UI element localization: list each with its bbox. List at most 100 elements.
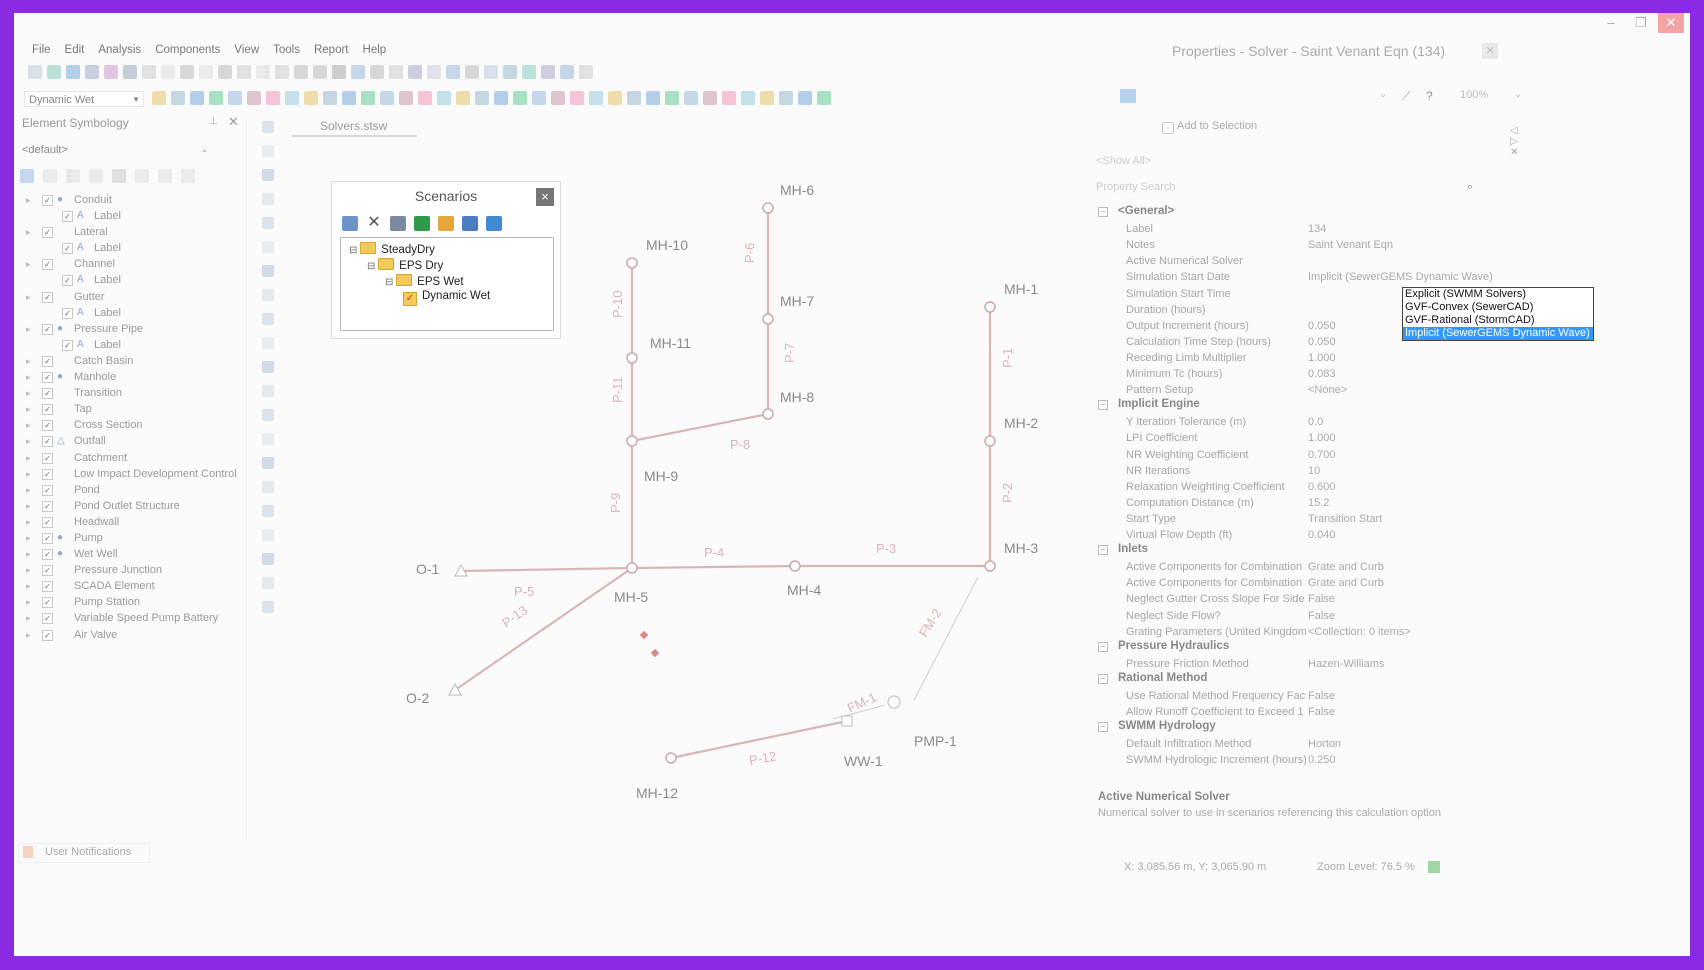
property-section[interactable]: − Pressure Hydraulics xyxy=(1098,640,1229,652)
collapse-icon[interactable]: − xyxy=(1098,722,1108,733)
property-section[interactable]: − Implicit Engine xyxy=(1098,398,1200,411)
property-value[interactable]: 0.050 xyxy=(1308,318,1336,334)
scenario-item[interactable]: ⊟ SteadyDry xyxy=(349,242,435,256)
report-icon[interactable] xyxy=(462,216,478,231)
property-row[interactable]: Neglect Gutter Cross Slope For Side False xyxy=(1092,591,1502,607)
property-value[interactable]: False xyxy=(1308,688,1335,704)
chevron-down-icon[interactable]: ⌄ xyxy=(1514,89,1522,100)
property-value[interactable]: 0.0 xyxy=(1308,414,1323,430)
property-value[interactable]: 134 xyxy=(1308,221,1326,237)
collapse-icon[interactable]: ⊟ xyxy=(349,245,360,256)
property-value[interactable]: False xyxy=(1308,608,1335,624)
close-window-button[interactable]: ✕ xyxy=(1658,13,1684,33)
property-value[interactable]: 0.083 xyxy=(1308,366,1336,382)
property-section[interactable]: − Rational Method xyxy=(1098,672,1207,684)
property-value[interactable]: 0.700 xyxy=(1308,447,1336,463)
search-icon[interactable]: ⌕ xyxy=(1467,181,1473,194)
pipe-p-13[interactable] xyxy=(454,567,633,691)
manhole-node[interactable] xyxy=(984,301,996,313)
manhole-node[interactable] xyxy=(984,560,996,572)
property-value[interactable]: False xyxy=(1308,591,1335,607)
collapse-icon[interactable]: − xyxy=(1098,545,1108,556)
property-value[interactable]: 0.040 xyxy=(1308,527,1336,543)
manhole-node[interactable] xyxy=(789,560,801,572)
property-row[interactable]: Active Components for Combination Grate a… xyxy=(1092,559,1502,575)
property-value[interactable]: 0.600 xyxy=(1308,479,1336,495)
property-value[interactable]: 15.2 xyxy=(1308,495,1329,511)
property-row[interactable]: Active Numerical Solver xyxy=(1092,253,1502,269)
zoom-fit-icon[interactable] xyxy=(1428,861,1440,873)
zoom-value[interactable]: 100% xyxy=(1460,89,1488,101)
collapse-icon[interactable]: ⊟ xyxy=(385,277,396,288)
rename-icon[interactable] xyxy=(390,216,406,231)
property-search-input[interactable]: Property Search xyxy=(1096,181,1456,193)
manhole-node[interactable] xyxy=(762,202,774,214)
property-row[interactable]: Pattern Setup <None> xyxy=(1092,382,1502,398)
property-row[interactable]: Use Rational Method Frequency Factor Fals… xyxy=(1092,688,1502,704)
property-row[interactable]: SWMM Hydrologic Increment (hours) 0.250 xyxy=(1092,752,1502,768)
compute-icon[interactable] xyxy=(438,216,454,231)
manhole-node[interactable] xyxy=(626,257,638,269)
property-row[interactable]: Virtual Flow Depth (ft) 0.040 xyxy=(1092,527,1502,543)
property-value[interactable]: <None> xyxy=(1308,382,1347,398)
panel-nav-icon[interactable]: ◁ ▷ ✕ xyxy=(1510,125,1518,158)
make-current-icon[interactable] xyxy=(414,216,430,231)
add-to-selection-checkbox[interactable] xyxy=(1162,122,1174,134)
pipe-p-4[interactable] xyxy=(631,564,796,570)
scenario-item[interactable]: ✓ Dynamic Wet xyxy=(403,290,490,306)
property-row[interactable]: NR Iterations 10 xyxy=(1092,463,1502,479)
property-value[interactable]: Saint Venant Eqn xyxy=(1308,237,1393,253)
manhole-node[interactable] xyxy=(665,752,677,764)
solver-option[interactable]: Explicit (SWMM Solvers) xyxy=(1403,288,1593,301)
property-row[interactable]: Default Infiltration Method Horton xyxy=(1092,736,1502,752)
property-value[interactable]: Grate and Curb xyxy=(1308,575,1384,591)
minimize-button[interactable]: – xyxy=(1598,13,1624,33)
property-value[interactable]: 0.050 xyxy=(1308,334,1336,350)
drawing-canvas[interactable]: P-6 P-10 P-7 P-1 P-11 P-8 P-9 P-2 P-4 P-3 P-5 P-13 P… xyxy=(14,13,1094,956)
property-row[interactable]: Simulation Start Date Implicit (SewerGEMS… xyxy=(1092,269,1502,285)
collapse-icon[interactable]: − xyxy=(1098,641,1108,652)
help-icon[interactable]: ? xyxy=(1426,89,1433,103)
property-section[interactable]: − <General> xyxy=(1098,205,1174,217)
manhole-node[interactable] xyxy=(626,435,638,447)
property-row[interactable]: Active Components for Combination Grate a… xyxy=(1092,575,1502,591)
property-value[interactable]: 0.250 xyxy=(1308,752,1336,768)
show-all-filter[interactable]: <Show All> xyxy=(1096,155,1151,167)
solver-option[interactable]: GVF-Convex (SewerCAD) xyxy=(1403,301,1593,314)
pump-node[interactable] xyxy=(887,695,901,709)
scenario-item[interactable]: ⊟ EPS Dry xyxy=(367,258,443,272)
property-row[interactable]: Allow Runoff Coefficient to Exceed 1 Fals… xyxy=(1092,704,1502,720)
element-type-icon[interactable] xyxy=(1120,89,1136,103)
manhole-node[interactable] xyxy=(762,313,774,325)
restore-button[interactable]: ❐ xyxy=(1628,13,1654,33)
manhole-node[interactable] xyxy=(984,435,996,447)
manhole-node[interactable] xyxy=(626,562,638,574)
property-value[interactable]: Implicit (SewerGEMS Dynamic Wave) xyxy=(1308,269,1493,285)
solver-option[interactable]: Implicit (SewerGEMS Dynamic Wave) xyxy=(1403,327,1593,340)
property-value[interactable]: 10 xyxy=(1308,463,1320,479)
collapse-icon[interactable]: − xyxy=(1098,673,1108,684)
property-row[interactable]: Minimum Tc (hours) 0.083 xyxy=(1092,366,1502,382)
property-row[interactable]: Grating Parameters (United Kingdom) <Coll… xyxy=(1092,624,1502,640)
property-value[interactable]: False xyxy=(1308,704,1335,720)
collapse-icon[interactable]: − xyxy=(1098,400,1108,411)
property-value[interactable]: Hazen-Williams xyxy=(1308,656,1384,672)
manhole-node[interactable] xyxy=(762,408,774,420)
property-row[interactable]: Relaxation Weighting Coefficient 0.600 xyxy=(1092,479,1502,495)
scenario-item[interactable]: ⊟ EPS Wet xyxy=(385,274,464,288)
property-section[interactable]: − Inlets xyxy=(1098,543,1148,556)
property-value[interactable]: 1.000 xyxy=(1308,430,1336,446)
property-row[interactable]: LPI Coefficient 1.000 xyxy=(1092,430,1502,446)
property-value[interactable]: Horton xyxy=(1308,736,1341,752)
property-row[interactable]: Notes Saint Venant Eqn xyxy=(1092,237,1502,253)
property-row[interactable]: Receding Limb Multiplier 1.000 xyxy=(1092,350,1502,366)
manhole-node[interactable] xyxy=(626,352,638,364)
property-section[interactable]: − SWMM Hydrology xyxy=(1098,720,1216,733)
pipe-p-5[interactable] xyxy=(460,566,633,573)
delete-icon[interactable]: ✕ xyxy=(366,215,382,231)
new-scenario-icon[interactable] xyxy=(342,216,358,231)
collapse-icon[interactable]: − xyxy=(1098,207,1108,217)
property-value[interactable]: Grate and Curb xyxy=(1308,559,1384,575)
user-notifications-tab[interactable]: User Notifications xyxy=(18,843,150,863)
outfall-node[interactable] xyxy=(448,682,462,696)
